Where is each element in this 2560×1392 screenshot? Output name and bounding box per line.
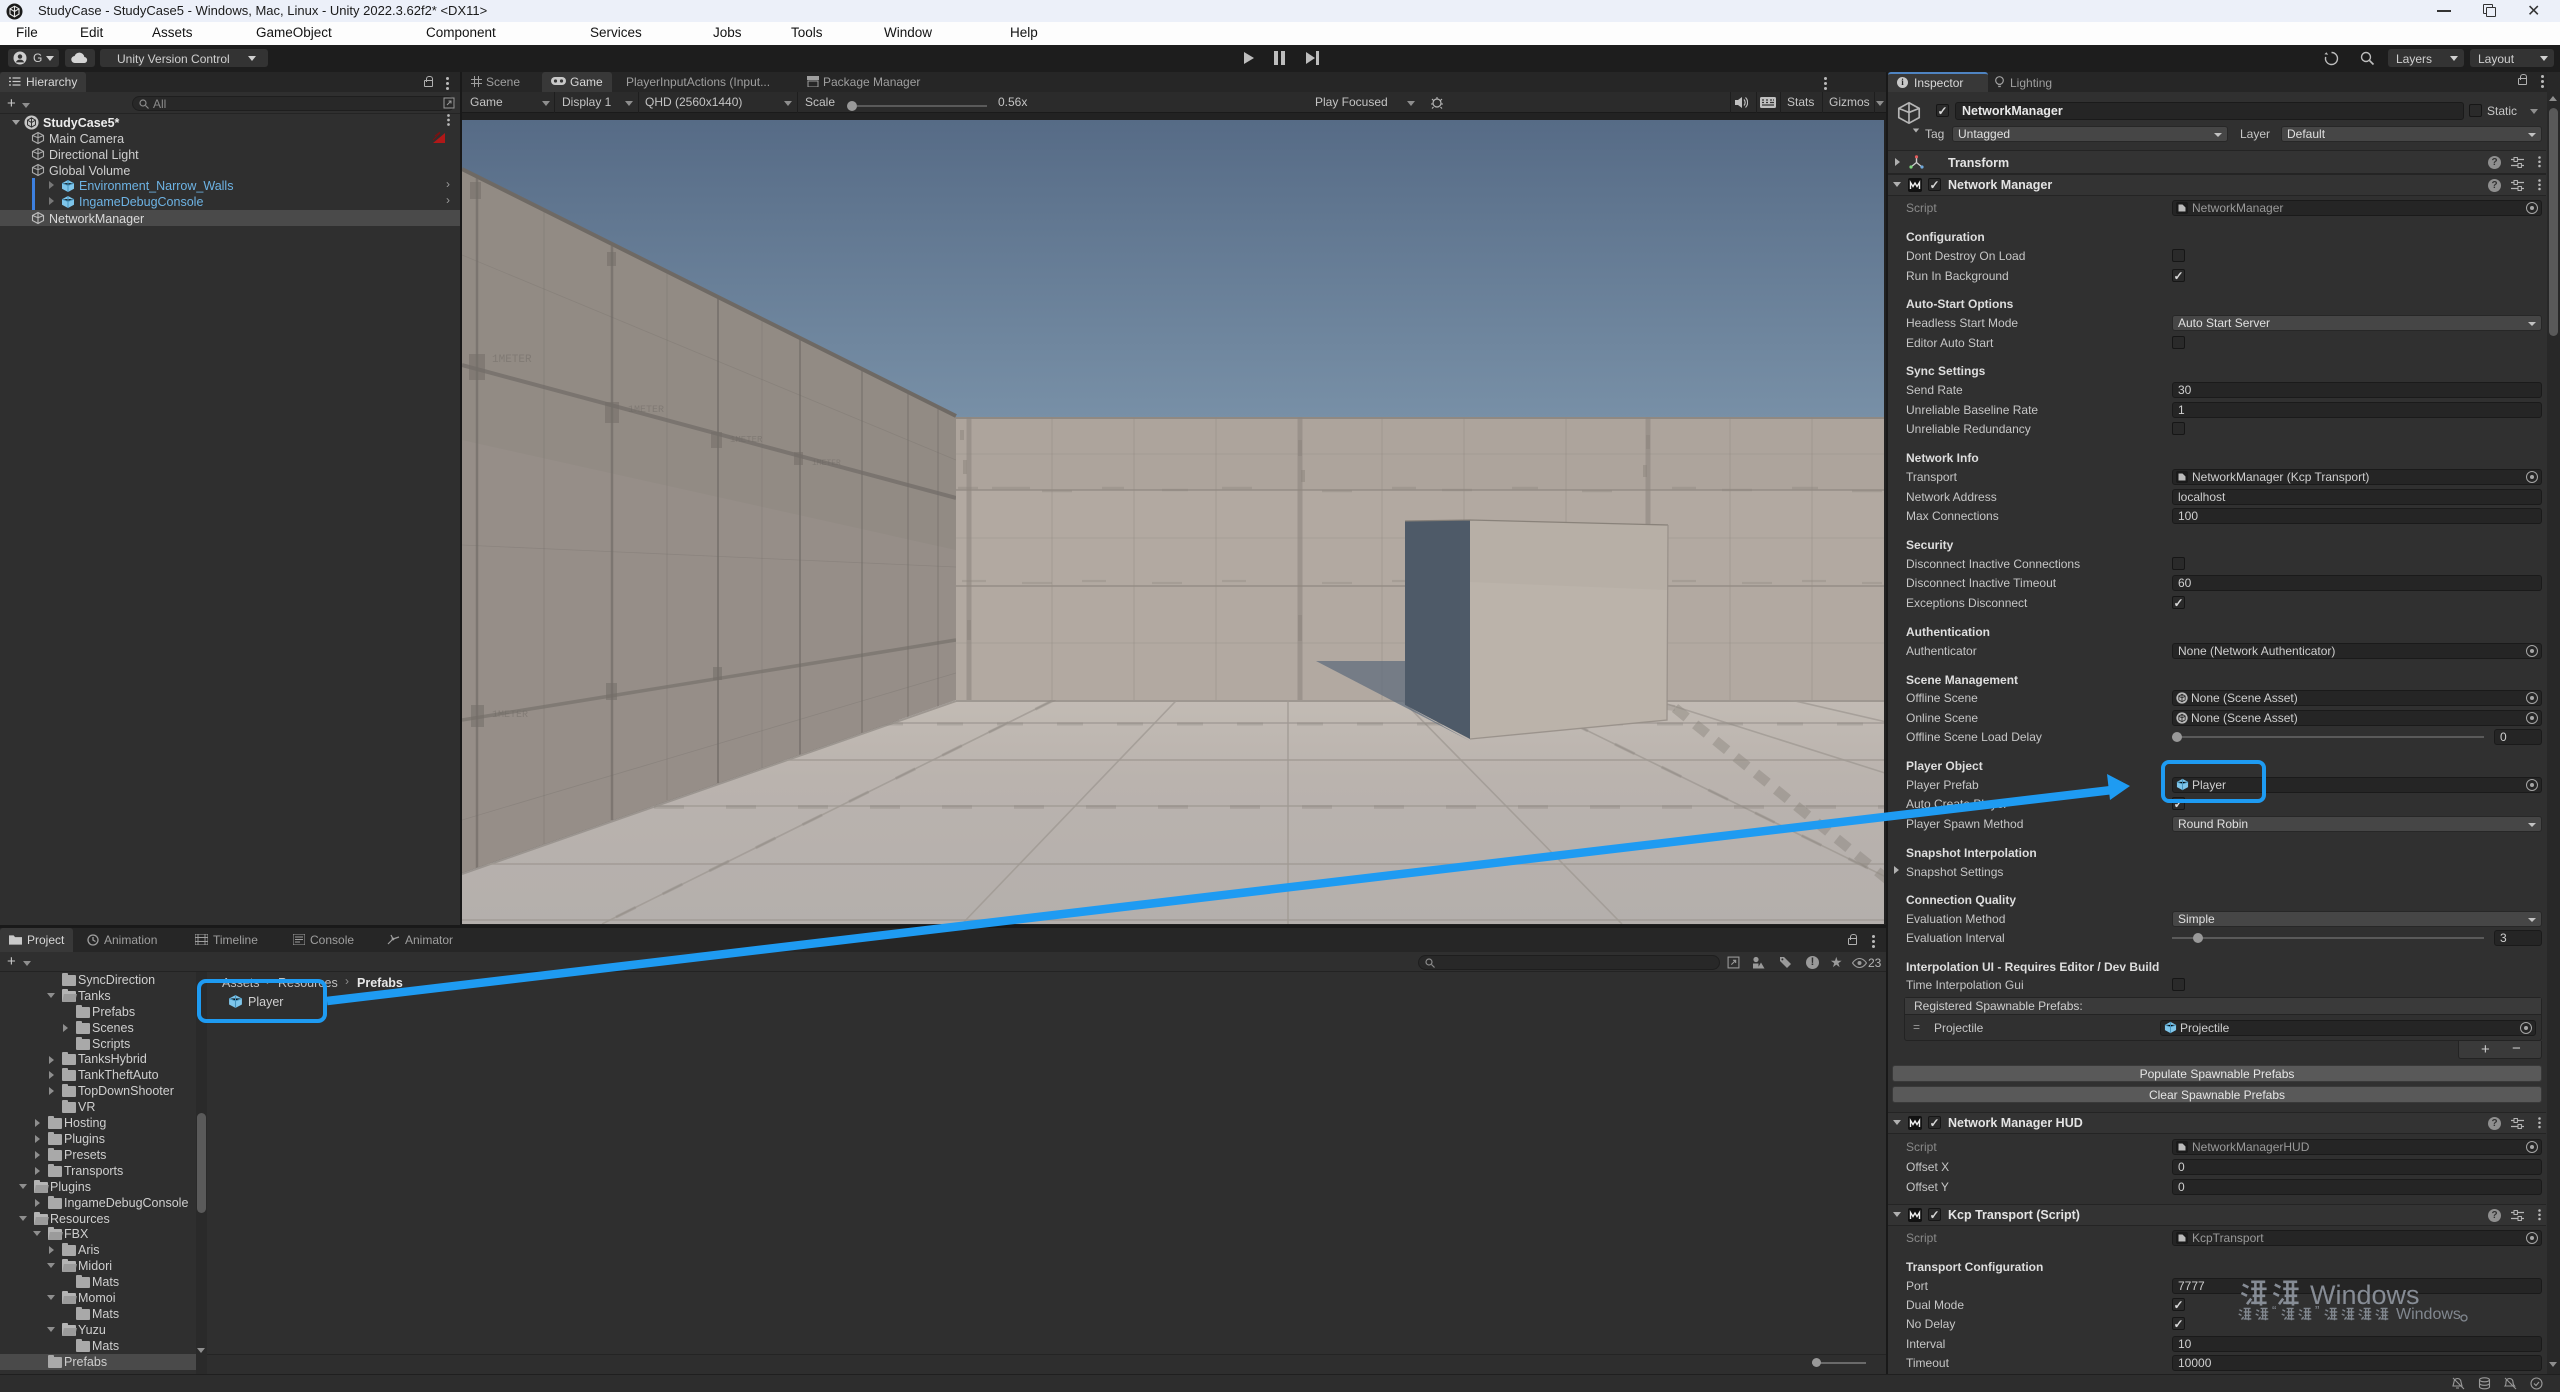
svg-text:Windows: Windows	[2396, 1306, 2461, 1323]
svg-text:1METER: 1METER	[492, 710, 528, 721]
svg-text:1METER: 1METER	[492, 354, 532, 366]
svg-text:”: ”	[2315, 1305, 2319, 1318]
svg-text:1METER: 1METER	[730, 435, 763, 445]
svg-text:1METER: 1METER	[812, 459, 841, 468]
svg-text:1METER: 1METER	[628, 405, 664, 416]
svg-text:“: “	[2272, 1305, 2276, 1318]
